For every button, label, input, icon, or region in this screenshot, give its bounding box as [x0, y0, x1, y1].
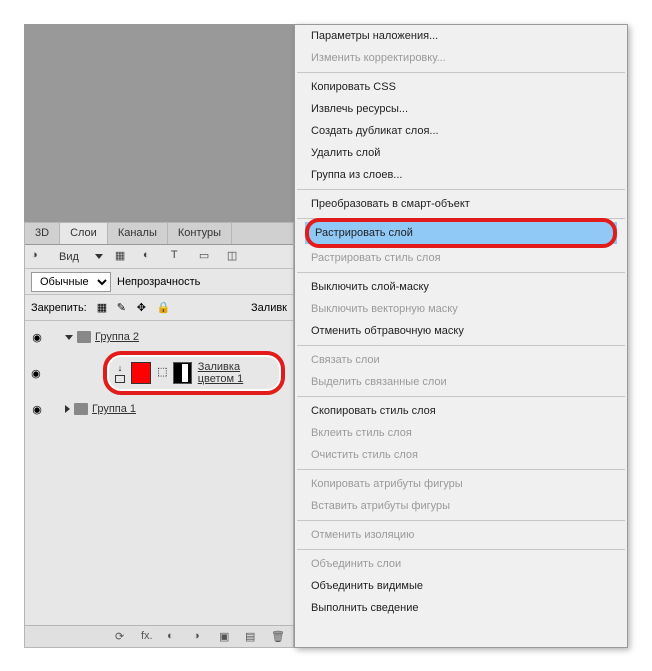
menu-release-clipping[interactable]: Отменить обтравочную маску [295, 320, 627, 342]
layer-label: Заливка цветом 1 [198, 361, 273, 385]
layer-mask-thumbnail [173, 362, 192, 384]
menu-separator [297, 345, 625, 346]
tab-layers[interactable]: Слои [60, 223, 108, 244]
menu-separator [297, 72, 625, 73]
adjust-indicator-icon [115, 375, 125, 383]
menu-copy-css[interactable]: Копировать CSS [295, 76, 627, 98]
layers-panel: 3D Слои Каналы Контуры ◑ Вид ▦ ◐ T ▭ ◫ О… [24, 222, 294, 648]
blend-mode-select[interactable]: Обычные [31, 272, 111, 292]
adjustment-icon[interactable]: ◑ [193, 630, 207, 644]
menu-label: Растрировать слой [315, 227, 413, 239]
fill-label: Заливк [251, 302, 287, 314]
filter-adjust-icon[interactable]: ◐ [143, 249, 159, 265]
view-dropdown-icon[interactable] [95, 254, 103, 259]
menu-clear-layer-style: Очистить стиль слоя [295, 444, 627, 466]
layer-fill-color-1[interactable]: ↓ ⬚ Заливка цветом 1 [103, 351, 285, 395]
menu-duplicate-layer[interactable]: Создать дубликат слоя... [295, 120, 627, 142]
lock-pixels-icon[interactable]: ▦ [97, 301, 111, 315]
lock-brush-icon[interactable]: ✎ [117, 301, 131, 315]
menu-extract-assets[interactable]: Извлечь ресурсы... [295, 98, 627, 120]
layer-group-2[interactable]: ◉ Группа 2 [25, 325, 293, 349]
menu-blending-options[interactable]: Параметры наложения... [295, 25, 627, 47]
menu-disable-vector-mask: Выключить векторную маску [295, 298, 627, 320]
lock-row: Закрепить: ▦ ✎ ✥ 🔒 Заливк [25, 295, 293, 321]
context-menu: Параметры наложения... Изменить корректи… [294, 24, 628, 648]
panel-bottom-bar: ⟳ fx. ◐ ◑ ▣ ▤ 🗑 [25, 625, 293, 647]
expand-icon[interactable] [65, 335, 73, 340]
menu-separator [297, 218, 625, 219]
folder-icon [77, 331, 91, 343]
filter-smart-icon[interactable]: ◫ [227, 249, 243, 265]
menu-merge-layers: Объединить слои [295, 553, 627, 575]
visibility-icon[interactable]: ◉ [29, 365, 43, 381]
lock-label: Закрепить: [31, 302, 87, 314]
menu-edit-adjustment: Изменить корректировку... [295, 47, 627, 69]
layer-thumbnail [131, 362, 151, 384]
delete-icon[interactable]: 🗑 [271, 630, 285, 644]
link-layers-icon[interactable]: ⟳ [115, 630, 129, 644]
menu-separator [297, 549, 625, 550]
lock-icons: ▦ ✎ ✥ 🔒 [97, 301, 171, 315]
folder-icon [74, 403, 88, 415]
menu-delete-layer[interactable]: Удалить слой [295, 142, 627, 164]
menu-separator [297, 396, 625, 397]
lock-all-icon[interactable]: 🔒 [157, 301, 171, 315]
tab-paths[interactable]: Контуры [168, 223, 232, 244]
menu-paste-shape-attr: Вставить атрибуты фигуры [295, 495, 627, 517]
menu-cancel-isolation: Отменить изоляцию [295, 524, 627, 546]
mask-icon[interactable]: ◐ [167, 630, 181, 644]
menu-convert-smart-object[interactable]: Преобразовать в смарт-объект [295, 193, 627, 215]
menu-paste-layer-style: Вклеить стиль слоя [295, 422, 627, 444]
tab-3d[interactable]: 3D [25, 223, 60, 244]
view-icon: ◑ [31, 249, 47, 265]
menu-flatten[interactable]: Выполнить сведение [295, 597, 627, 619]
menu-rasterize-style: Растрировать стиль слоя [295, 247, 627, 269]
visibility-icon[interactable]: ◉ [29, 401, 45, 417]
lock-move-icon[interactable]: ✥ [137, 301, 151, 315]
menu-separator [297, 469, 625, 470]
layer-label: Группа 2 [95, 331, 139, 343]
menu-copy-layer-style[interactable]: Скопировать стиль слоя [295, 400, 627, 422]
menu-disable-layer-mask[interactable]: Выключить слой-маску [295, 276, 627, 298]
view-label: Вид [59, 251, 79, 263]
menu-merge-visible[interactable]: Объединить видимые [295, 575, 627, 597]
menu-rasterize-layer[interactable]: Растрировать слой [305, 222, 617, 244]
new-layer-icon[interactable]: ▤ [245, 630, 259, 644]
layer-list: ◉ Группа 2 ◉ ↓ ⬚ Заливка цветом 1 ◉ [25, 321, 293, 425]
fx-icon[interactable]: fx. [141, 630, 155, 644]
link-icon: ⬚ [157, 365, 167, 381]
panel-tabs: 3D Слои Каналы Контуры [25, 223, 293, 245]
menu-select-linked: Выделить связанные слои [295, 371, 627, 393]
layer-filter-bar: ◑ Вид ▦ ◐ T ▭ ◫ [25, 245, 293, 269]
blend-row: Обычные Непрозрачность [25, 269, 293, 295]
layer-label: Группа 1 [92, 403, 136, 415]
layer-group-1[interactable]: ◉ Группа 1 [25, 397, 293, 421]
menu-group-from-layers[interactable]: Группа из слоев... [295, 164, 627, 186]
filter-text-icon[interactable]: T [171, 249, 187, 265]
visibility-icon[interactable]: ◉ [29, 329, 45, 345]
menu-separator [297, 189, 625, 190]
filter-shape-icon[interactable]: ▭ [199, 249, 215, 265]
opacity-label: Непрозрачность [117, 276, 200, 288]
filter-image-icon[interactable]: ▦ [115, 249, 131, 265]
menu-copy-shape-attr: Копировать атрибуты фигуры [295, 473, 627, 495]
menu-separator [297, 520, 625, 521]
menu-link-layers: Связать слои [295, 349, 627, 371]
collapse-icon[interactable] [65, 405, 70, 413]
group-icon[interactable]: ▣ [219, 630, 233, 644]
tab-channels[interactable]: Каналы [108, 223, 168, 244]
menu-separator [297, 272, 625, 273]
